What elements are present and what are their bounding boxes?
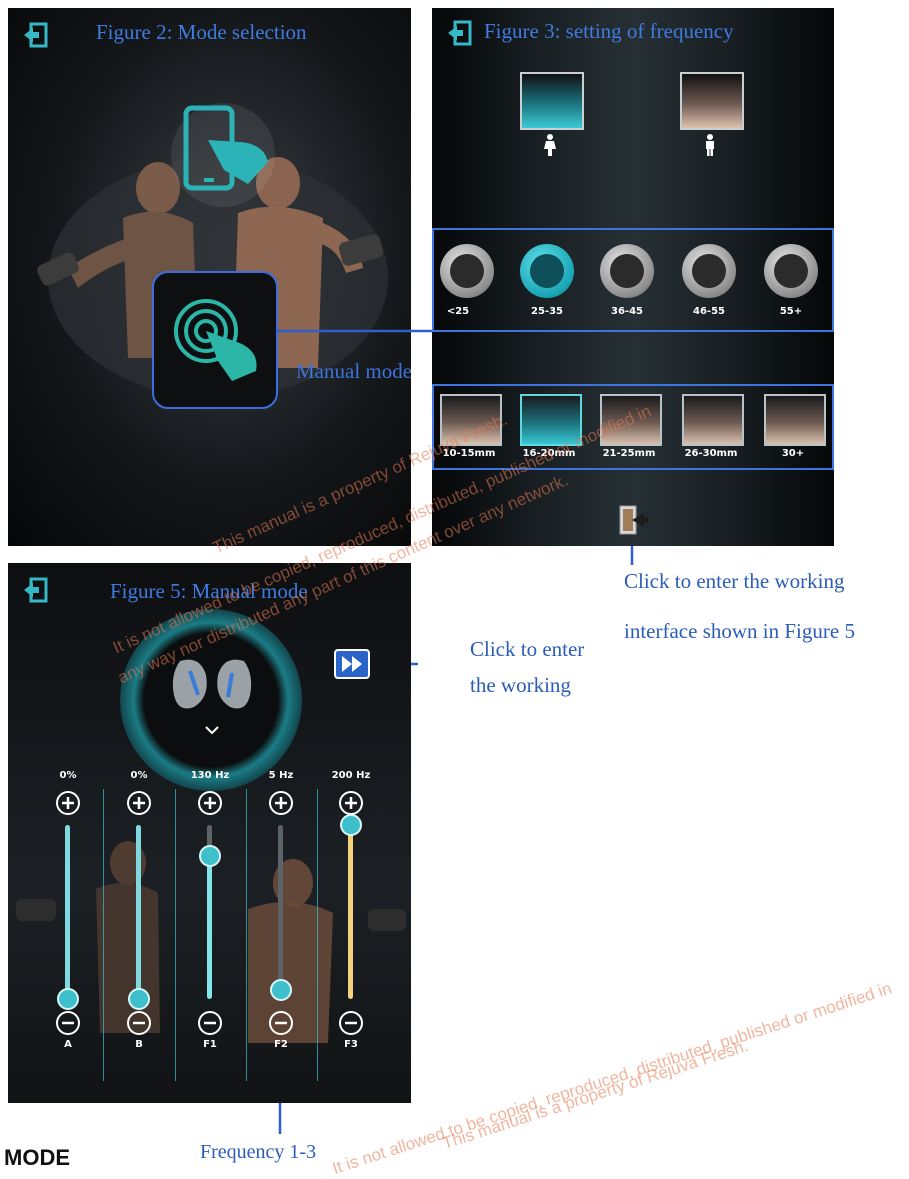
age-label: 25-35 bbox=[531, 306, 563, 317]
male-icon bbox=[706, 134, 714, 156]
plus-icon[interactable] bbox=[198, 791, 222, 815]
channel-value: 5 Hz bbox=[268, 770, 294, 781]
channel-label: F2 bbox=[274, 1039, 288, 1050]
enter-door-icon[interactable] bbox=[618, 504, 648, 536]
channel-label: B bbox=[135, 1039, 143, 1050]
enter-interface-note-line-2: interface shown in Figure 5 bbox=[624, 619, 855, 643]
plus-icon[interactable] bbox=[127, 791, 151, 815]
age-option-46-55[interactable] bbox=[682, 244, 736, 298]
fast-forward-icon bbox=[342, 656, 362, 672]
channel-value: 0% bbox=[130, 770, 148, 781]
plus-icon[interactable] bbox=[269, 791, 293, 815]
age-label: 46-55 bbox=[693, 306, 725, 317]
frequency-label: Frequency 1-3 bbox=[200, 1141, 317, 1163]
age-label: 55+ bbox=[779, 306, 803, 317]
channel-label: F3 bbox=[344, 1039, 358, 1050]
slider-knob[interactable] bbox=[340, 814, 362, 836]
age-label: 36-45 bbox=[611, 306, 643, 317]
channel-label: F1 bbox=[203, 1039, 217, 1050]
size-label: 26-30mm bbox=[684, 448, 738, 459]
minus-icon[interactable] bbox=[269, 1011, 293, 1035]
minus-icon[interactable] bbox=[198, 1011, 222, 1035]
age-option-under-25[interactable] bbox=[440, 244, 494, 298]
age-label: <25 bbox=[446, 306, 470, 317]
slider-fill bbox=[136, 825, 141, 999]
enter-interface-note-line-1: Click to enter the working bbox=[624, 569, 845, 593]
column-divider bbox=[317, 789, 318, 1081]
pads-icon bbox=[172, 659, 252, 735]
size-label: 30+ bbox=[781, 448, 805, 459]
figure-3-frequency-setting-panel: Figure 3: setting of frequency <25 25-35… bbox=[432, 8, 834, 546]
enter-working-note-line-2: the working bbox=[470, 673, 571, 697]
female-icon bbox=[544, 134, 556, 156]
start-working-button[interactable] bbox=[334, 649, 370, 679]
section-heading: MODE bbox=[4, 1145, 70, 1170]
minus-icon[interactable] bbox=[56, 1011, 80, 1035]
channel-value: 0% bbox=[59, 770, 77, 781]
female-option-tile[interactable] bbox=[520, 72, 584, 130]
age-option-25-35[interactable] bbox=[520, 244, 574, 298]
channel-value: 200 Hz bbox=[331, 770, 371, 781]
column-divider bbox=[103, 789, 104, 1081]
size-option-26-30mm[interactable] bbox=[682, 394, 744, 446]
figure-3-title: Figure 3: setting of frequency bbox=[484, 19, 734, 43]
slider-knob[interactable] bbox=[128, 988, 150, 1010]
minus-icon[interactable] bbox=[127, 1011, 151, 1035]
plus-icon[interactable] bbox=[56, 791, 80, 815]
exit-icon[interactable] bbox=[22, 577, 48, 603]
size-option-30-plus[interactable] bbox=[764, 394, 826, 446]
slider-fill bbox=[65, 825, 70, 999]
column-divider bbox=[175, 789, 176, 1081]
slider-fill bbox=[348, 825, 353, 999]
plus-icon[interactable] bbox=[339, 791, 363, 815]
column-divider bbox=[246, 789, 247, 1081]
age-option-36-45[interactable] bbox=[600, 244, 654, 298]
channel-value: 130 Hz bbox=[190, 770, 230, 781]
channel-label: A bbox=[64, 1039, 72, 1050]
size-label: 21-25mm bbox=[602, 448, 656, 459]
exit-icon[interactable] bbox=[446, 20, 472, 46]
slider-track[interactable] bbox=[278, 825, 283, 999]
slider-fill bbox=[207, 856, 212, 999]
male-option-tile[interactable] bbox=[680, 72, 744, 130]
slider-knob[interactable] bbox=[57, 988, 79, 1010]
minus-icon[interactable] bbox=[339, 1011, 363, 1035]
enter-working-note-line-1: Click to enter bbox=[470, 637, 585, 661]
age-option-55-plus[interactable] bbox=[764, 244, 818, 298]
